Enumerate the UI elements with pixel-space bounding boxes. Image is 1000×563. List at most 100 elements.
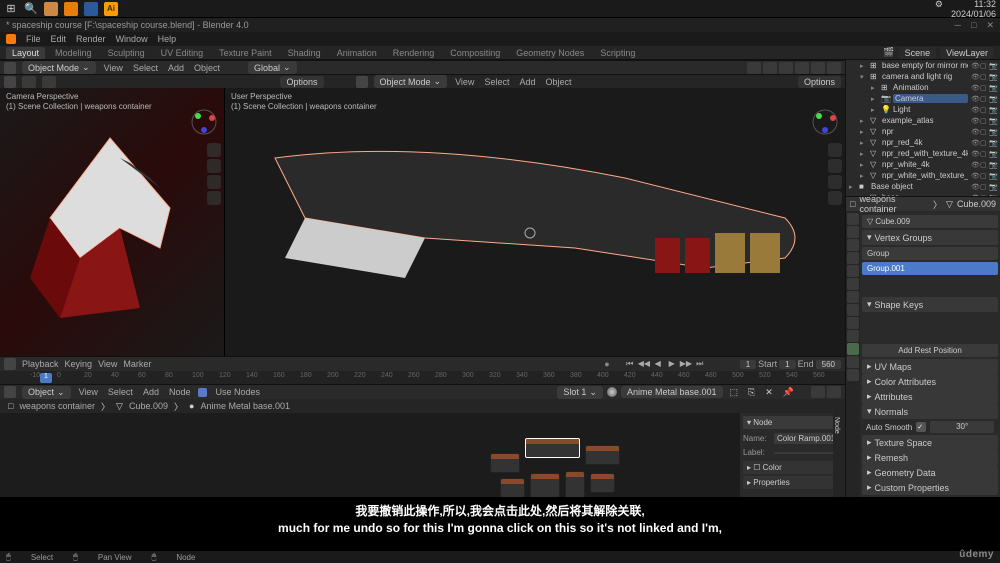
outliner-row[interactable]: ▸📷Camera👁▢📷: [846, 93, 1000, 104]
vp-menu-add[interactable]: Add: [166, 63, 186, 73]
outliner-row[interactable]: ▸▽npr_white_4k👁▢📷: [846, 159, 1000, 170]
node-canvas[interactable]: ▾ Node Name: Color Ramp.001 Label: ▸ ☐ C…: [0, 413, 845, 497]
menu-help[interactable]: Help: [158, 34, 177, 44]
timeline-track[interactable]: 1 -1002040608010012014016018020022024026…: [0, 371, 845, 385]
editor-type-icon[interactable]: [4, 62, 16, 74]
sb-name-value[interactable]: Color Ramp.001: [774, 433, 842, 444]
vp-menu-select[interactable]: Select: [131, 63, 160, 73]
maximize-icon[interactable]: □: [971, 20, 976, 31]
tab-shading[interactable]: Shading: [282, 47, 327, 59]
outliner-row[interactable]: ▸▽npr_red_with_texture_4k👁▢📷: [846, 148, 1000, 159]
search-icon[interactable]: 🔍: [24, 2, 38, 16]
close-icon[interactable]: ✕: [986, 20, 994, 31]
blender-logo-icon[interactable]: [6, 34, 16, 44]
props-object-name[interactable]: ▽ Cube.009: [862, 215, 998, 228]
autosmooth-angle[interactable]: 30°: [930, 421, 994, 433]
vp-menu-object[interactable]: Object: [192, 63, 222, 73]
customprops-header[interactable]: ▸ Custom Properties: [862, 480, 998, 495]
props-tab-physics[interactable]: [847, 317, 859, 329]
end-frame[interactable]: 560: [816, 360, 841, 369]
attr-header[interactable]: ▸ Attributes: [862, 389, 998, 404]
camera-tool-r[interactable]: [828, 175, 842, 189]
viewport-camera[interactable]: Camera Perspective (1) Scene Collection …: [0, 88, 225, 356]
shading-rendered[interactable]: [827, 62, 841, 74]
next-key-icon[interactable]: ▶▶: [680, 359, 692, 369]
shader-editor-icon[interactable]: [4, 386, 16, 398]
ne-tab-node[interactable]: Node: [833, 417, 840, 434]
props-tab-data[interactable]: [847, 343, 859, 355]
tab-compositing[interactable]: Compositing: [444, 47, 506, 59]
overlay-toggle[interactable]: [747, 62, 761, 74]
uvmaps-header[interactable]: ▸ UV Maps: [862, 359, 998, 374]
vp2-menu-object[interactable]: Object: [543, 77, 573, 87]
viewlayer-selector[interactable]: ViewLayer: [940, 47, 994, 59]
vp2-menu-view[interactable]: View: [453, 77, 476, 87]
ne-node[interactable]: Node: [167, 387, 193, 397]
tab-rendering[interactable]: Rendering: [387, 47, 441, 59]
zoom-tool[interactable]: [207, 143, 221, 157]
props-tab-modifier[interactable]: [847, 291, 859, 303]
material-copy-icon[interactable]: ⎘: [745, 387, 758, 398]
props-tab-world[interactable]: [847, 265, 859, 277]
vg-group[interactable]: Group: [862, 247, 998, 260]
camera-tool[interactable]: [207, 175, 221, 189]
tab-geonodes[interactable]: Geometry Nodes: [510, 47, 590, 59]
add-rest-button[interactable]: Add Rest Position: [862, 344, 998, 357]
orientation-selector[interactable]: Global ⌄: [248, 61, 297, 74]
app-blender-icon[interactable]: [64, 2, 78, 16]
tl-view[interactable]: View: [98, 359, 117, 369]
playhead[interactable]: 1: [40, 373, 52, 383]
jump-end-icon[interactable]: ⏭: [694, 359, 706, 369]
ne-snap[interactable]: [827, 386, 841, 398]
tab-scripting[interactable]: Scripting: [594, 47, 641, 59]
shading-wireframe[interactable]: [779, 62, 793, 74]
vp-menu-view[interactable]: View: [102, 63, 125, 73]
ne-overlay[interactable]: [811, 386, 825, 398]
shading-material[interactable]: [811, 62, 825, 74]
outliner-row[interactable]: ▸💡Light👁▢📷: [846, 104, 1000, 115]
sb-label-value[interactable]: [774, 452, 842, 454]
persp-tool-r[interactable]: [828, 191, 842, 205]
props-tab-object[interactable]: [847, 278, 859, 290]
pan-tool[interactable]: [207, 159, 221, 173]
props-tab-viewlayer[interactable]: [847, 239, 859, 251]
jump-start-icon[interactable]: ⏮: [624, 359, 636, 369]
crumb-container[interactable]: weapons container: [19, 401, 95, 411]
tl-playback[interactable]: Playback: [22, 359, 59, 369]
tl-keying[interactable]: Keying: [65, 359, 93, 369]
sb-properties-panel[interactable]: ▸ Properties: [743, 476, 842, 489]
autosmooth-check[interactable]: [916, 422, 926, 432]
props-tab-scene[interactable]: [847, 252, 859, 264]
outliner-row[interactable]: ▸▽npr👁▢📷: [846, 126, 1000, 137]
play-rev-icon[interactable]: ◀: [652, 359, 664, 369]
vp2-menu-select[interactable]: Select: [482, 77, 511, 87]
tab-layout[interactable]: Layout: [6, 47, 45, 59]
outliner-row[interactable]: ▾⊞camera and light rig👁▢📷: [846, 71, 1000, 82]
vp2-menu-add[interactable]: Add: [517, 77, 537, 87]
props-tab-output[interactable]: [847, 226, 859, 238]
tab-modeling[interactable]: Modeling: [49, 47, 98, 59]
use-nodes-check[interactable]: [198, 388, 207, 397]
vg-group001[interactable]: Group.001: [862, 262, 998, 275]
outliner-row[interactable]: ▸▽example_atlas👁▢📷: [846, 115, 1000, 126]
timeline-editor-icon[interactable]: [4, 358, 16, 370]
menu-window[interactable]: Window: [116, 34, 148, 44]
shape-keys-header[interactable]: ▾ Shape Keys: [862, 297, 998, 312]
sb-node-header[interactable]: ▾ Node: [743, 416, 842, 429]
outliner-row[interactable]: ▸■Base object👁▢📷: [846, 181, 1000, 192]
start-frame[interactable]: 1: [779, 360, 795, 369]
cursor-tool[interactable]: [42, 76, 56, 88]
menu-render[interactable]: Render: [76, 34, 106, 44]
slot-selector[interactable]: Slot 1 ⌄: [557, 386, 603, 399]
mode-selector-2[interactable]: Object Mode ⌄: [374, 75, 448, 88]
material-ball-icon[interactable]: [607, 387, 617, 397]
minimize-icon[interactable]: ─: [955, 20, 961, 31]
menu-edit[interactable]: Edit: [51, 34, 67, 44]
persp-tool[interactable]: [207, 191, 221, 205]
props-tab-render[interactable]: [847, 213, 859, 225]
select-tool[interactable]: [22, 76, 36, 88]
nav-gizmo-right[interactable]: [811, 108, 839, 136]
prev-key-icon[interactable]: ◀◀: [638, 359, 650, 369]
pan-tool-r[interactable]: [828, 159, 842, 173]
windows-start-icon[interactable]: ⊞: [4, 2, 18, 16]
